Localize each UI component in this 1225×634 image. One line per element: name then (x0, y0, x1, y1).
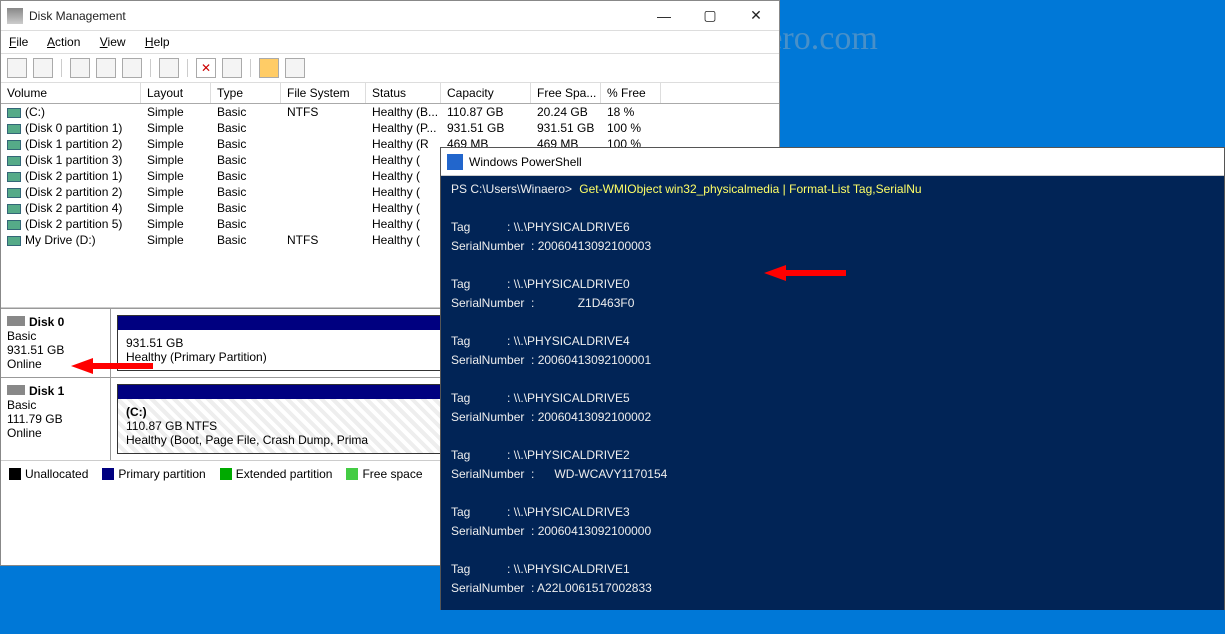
volume-icon (7, 188, 21, 198)
red-arrow-annotation (71, 358, 93, 374)
refresh-icon[interactable] (70, 58, 90, 78)
col-type[interactable]: Type (211, 83, 281, 103)
close-button[interactable]: ✕ (733, 1, 779, 30)
toolbar: ✕ (1, 54, 779, 83)
dm-app-icon (7, 8, 23, 24)
volume-row[interactable]: (C:)SimpleBasicNTFSHealthy (B...110.87 G… (1, 104, 779, 120)
volume-icon (7, 124, 21, 134)
dm-title: Disk Management (29, 9, 641, 23)
menu-action[interactable]: Action (47, 35, 80, 49)
disk-icon (7, 316, 25, 326)
disk1-info: Disk 1 Basic 111.79 GB Online (1, 378, 111, 460)
volume-row[interactable]: (Disk 0 partition 1)SimpleBasicHealthy (… (1, 120, 779, 136)
volume-icon (7, 236, 21, 246)
ps-title: Windows PowerShell (469, 155, 582, 169)
settings-icon[interactable] (285, 58, 305, 78)
volume-icon (7, 220, 21, 230)
ps-console[interactable]: PS C:\Users\Winaero> Get-WMIObject win32… (441, 176, 1224, 634)
col-status[interactable]: Status (366, 83, 441, 103)
menu-file[interactable]: File (9, 35, 28, 49)
red-arrow-annotation (764, 265, 786, 281)
taskbar (0, 610, 1225, 616)
col-capacity[interactable]: Capacity (441, 83, 531, 103)
col-pct[interactable]: % Free (601, 83, 661, 103)
maximize-button[interactable]: ▢ (687, 1, 733, 30)
volume-icon (7, 172, 21, 182)
properties-icon[interactable] (222, 58, 242, 78)
dm-titlebar[interactable]: Disk Management — ▢ ✕ (1, 1, 779, 31)
volume-icon (7, 204, 21, 214)
col-layout[interactable]: Layout (141, 83, 211, 103)
eject-icon[interactable] (159, 58, 179, 78)
menu-help[interactable]: Help (145, 35, 170, 49)
delete-icon[interactable]: ✕ (196, 58, 216, 78)
col-volume[interactable]: Volume (1, 83, 141, 103)
col-fs[interactable]: File System (281, 83, 366, 103)
ps-app-icon (447, 154, 463, 170)
options-icon[interactable] (96, 58, 116, 78)
forward-icon[interactable] (33, 58, 53, 78)
help-icon[interactable] (122, 58, 142, 78)
minimize-button[interactable]: — (641, 1, 687, 30)
volume-icon (7, 156, 21, 166)
powershell-window: Windows PowerShell PS C:\Users\Winaero> … (440, 147, 1225, 616)
ps-titlebar[interactable]: Windows PowerShell (441, 148, 1224, 176)
menubar: File Action View Help (1, 31, 779, 54)
volume-icon (7, 140, 21, 150)
volume-icon (7, 108, 21, 118)
col-free[interactable]: Free Spa... (531, 83, 601, 103)
disk-icon (7, 385, 25, 395)
folder-icon[interactable] (259, 58, 279, 78)
back-icon[interactable] (7, 58, 27, 78)
menu-view[interactable]: View (100, 35, 126, 49)
volume-grid-header: Volume Layout Type File System Status Ca… (1, 83, 779, 104)
